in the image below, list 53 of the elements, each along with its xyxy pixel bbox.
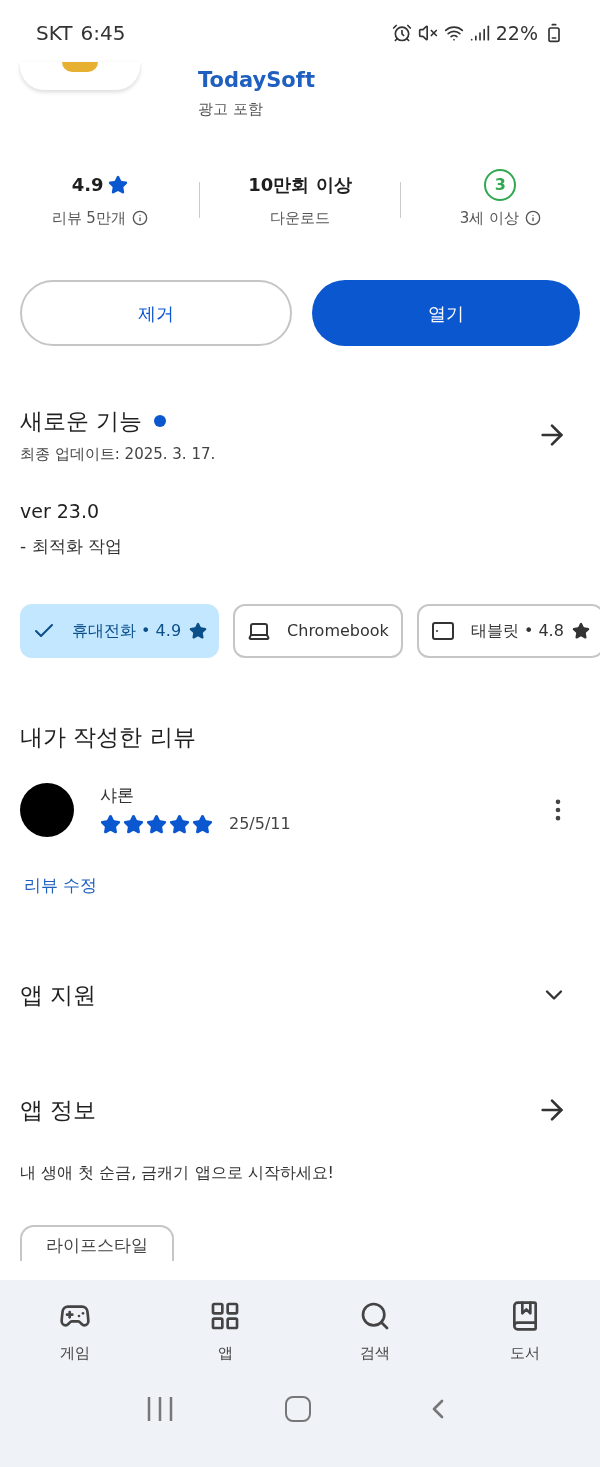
star-icon [571, 622, 590, 640]
section-title: 앱 지원 [20, 981, 97, 1010]
device-chip[interactable]: 태블릿 • 4.8 [416, 604, 600, 658]
wifi-icon [443, 23, 464, 43]
star-icon [189, 622, 208, 640]
star-icon [169, 813, 190, 835]
stat-label: 3세 이상 [459, 207, 519, 229]
star-icon [192, 813, 213, 835]
release-notes: - 최적화 작업 [20, 534, 123, 558]
version-text: ver 23.0 [20, 499, 101, 524]
home-icon[interactable] [285, 1395, 311, 1422]
developer-link[interactable]: TodaySoft [198, 66, 315, 94]
category-chip[interactable]: 라이프스타일 [20, 1225, 174, 1261]
device-chip[interactable]: Chromebook [233, 604, 403, 658]
section-title: 새로운 기능 [20, 407, 143, 436]
signal-icon [469, 23, 490, 43]
reviewer-name: 샤론 [100, 783, 135, 807]
star-icon [100, 813, 121, 835]
avatar [20, 782, 74, 837]
stat-value: 10만회 이상 [248, 173, 352, 198]
section-title: 내가 작성한 리뷰 [20, 724, 196, 750]
nav-tab[interactable]: 검색 [300, 1300, 450, 1365]
stat-value: 4.9 [71, 173, 104, 198]
recent-apps-icon[interactable] [145, 1395, 174, 1422]
ads-note: 광고 포함 [198, 99, 264, 120]
carrier-text: SKT [36, 20, 73, 47]
uninstall-button[interactable]: 제거 [20, 280, 292, 346]
battery-text: 22% [495, 20, 538, 46]
device-chip[interactable]: 휴대전화 • 4.9 [20, 604, 220, 658]
mute-icon [417, 23, 438, 43]
info-icon [131, 210, 148, 226]
alarm-icon [391, 23, 412, 43]
info-icon [524, 210, 541, 226]
tablet-icon [430, 619, 455, 643]
star-icon [146, 813, 167, 835]
age-rating-badge: 3 [484, 168, 517, 201]
section-title: 앱 정보 [20, 1095, 97, 1125]
grid-icon [209, 1300, 241, 1332]
search-icon [359, 1300, 391, 1332]
app-description: 내 생애 첫 순금, 금캐기 앱으로 시작하세요! [20, 1163, 334, 1182]
stat-label: 다운로드 [270, 207, 330, 229]
edit-review-link[interactable]: 리뷰 수정 [24, 874, 98, 895]
update-date: 최종 업데이트: 2025. 3. 17. [20, 443, 216, 465]
app-icon [20, 62, 140, 90]
nav-tab[interactable]: 도서 [450, 1300, 600, 1365]
star-icon [123, 813, 144, 835]
review-date: 25/5/11 [229, 813, 291, 836]
nav-tab[interactable]: 게임 [0, 1300, 150, 1365]
star-icon [107, 174, 128, 195]
stat-label: 리뷰 5만개 [51, 207, 126, 229]
nav-tab[interactable]: 앱 [150, 1300, 300, 1365]
open-button[interactable]: 열기 [312, 280, 580, 346]
clock-text: 6:45 [80, 20, 126, 47]
